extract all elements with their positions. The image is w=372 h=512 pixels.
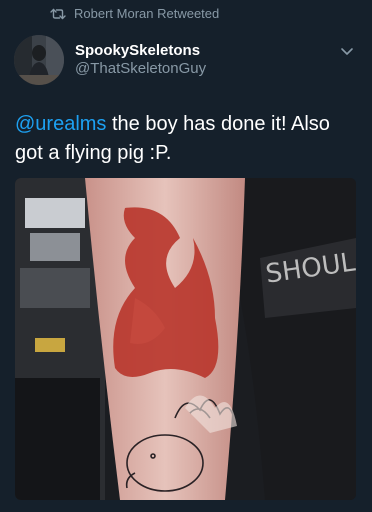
- author-display-name[interactable]: SpookySkeletons: [75, 42, 206, 59]
- tweet-text: @urealms the boy has done it! Also got a…: [15, 110, 360, 168]
- mention-link[interactable]: @urealms: [15, 113, 106, 135]
- tweet-image[interactable]: SHOULAT: [15, 178, 356, 500]
- retweet-header[interactable]: Robert Moran Retweeted: [50, 6, 219, 21]
- retweet-icon: [50, 8, 66, 20]
- author-handle[interactable]: @ThatSkeletonGuy: [75, 59, 206, 78]
- avatar[interactable]: [14, 35, 64, 85]
- author-info[interactable]: SpookySkeletons @ThatSkeletonGuy: [75, 42, 206, 78]
- chevron-down-icon[interactable]: [340, 44, 354, 63]
- retweet-label: Robert Moran Retweeted: [74, 6, 220, 21]
